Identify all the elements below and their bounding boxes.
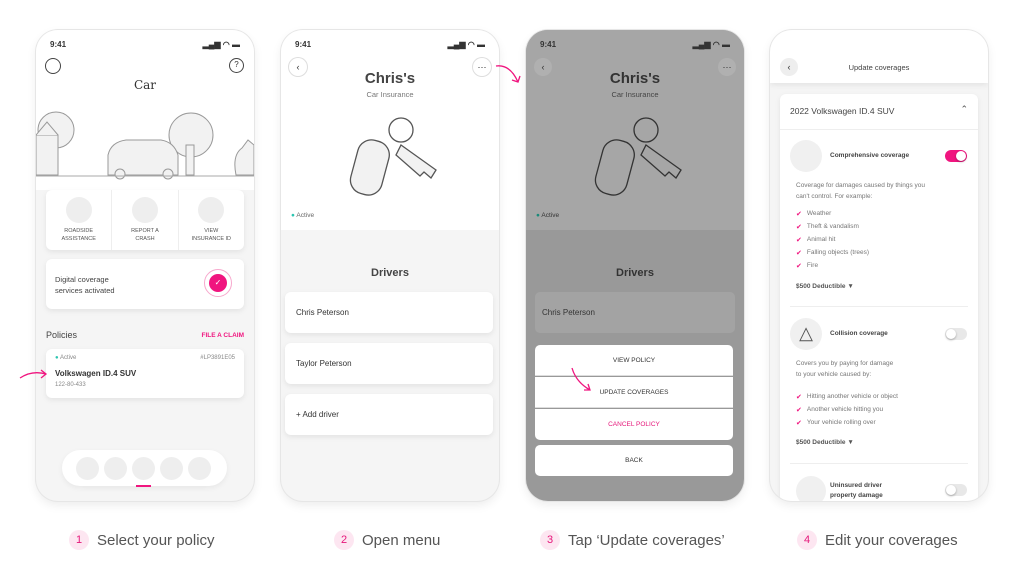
signal-wifi-battery-icon: ▂▄▆ ◠ ▬ bbox=[447, 40, 485, 49]
check-icon: ✔ bbox=[796, 393, 802, 401]
paw-icon[interactable] bbox=[160, 456, 183, 480]
driver-item[interactable]: Chris Peterson bbox=[285, 292, 493, 333]
check-icon: ✔ bbox=[796, 236, 802, 244]
check-icon: ✔ bbox=[796, 210, 802, 218]
header: ‹ Update coverages bbox=[770, 30, 988, 83]
driver-item[interactable]: Taylor Peterson bbox=[285, 343, 493, 384]
collision-toggle[interactable] bbox=[945, 328, 967, 340]
deductible-dropdown[interactable]: $500 Deductible ▼ bbox=[796, 439, 854, 446]
driver-item: Chris Peterson bbox=[535, 292, 735, 333]
quick-actions: ROADSIDE ASSISTANCE REPORT A CRASH VIEW INS… bbox=[46, 190, 244, 250]
pointer-arrow-icon bbox=[495, 65, 521, 83]
list-item: ✔ Your vehicle rolling over bbox=[796, 419, 876, 427]
phone-screen-update-coverages: ‹ Update coverages 2022 Volkswagen ID.4 … bbox=[770, 30, 988, 501]
check-icon: ✔ bbox=[796, 262, 802, 270]
drivers-heading: Drivers bbox=[371, 267, 409, 279]
id-card-icon bbox=[198, 197, 225, 223]
photo-icon[interactable] bbox=[188, 456, 211, 480]
activated-check-icon: ✓ bbox=[204, 269, 232, 297]
warning-triangle-icon: △ bbox=[790, 318, 822, 350]
uninsured-damage-icon bbox=[796, 476, 826, 501]
car-scene-illustration bbox=[36, 111, 254, 180]
signal-wifi-battery-icon: ▂▄▆ ◠ ▬ bbox=[692, 40, 730, 49]
list-item: ✔ Weather bbox=[796, 210, 832, 218]
report-crash-button[interactable]: REPORT A CRASH bbox=[112, 190, 179, 250]
cancel-policy-button[interactable]: CANCEL POLICY bbox=[535, 409, 733, 440]
chevron-up-icon: ⌃ bbox=[960, 104, 968, 114]
phone-screen-policy-list: 9:41 ▂▄▆ ◠ ▬ ? Car ROADSIDE ASSISTANCE REP… bbox=[36, 30, 254, 501]
policy-card[interactable]: ● Active #LP3891E05 Volkswagen ID.4 SUV … bbox=[46, 349, 244, 398]
back-sheet-button[interactable]: BACK bbox=[535, 445, 733, 476]
step-caption: 1 Select your policy bbox=[69, 530, 215, 550]
signal-wifi-battery-icon: ▂▄▆ ◠ ▬ bbox=[202, 40, 240, 49]
phone-screen-policy-detail: 9:41 ▂▄▆ ◠ ▬ ‹ ⋯ Chris's Car Insurance ● … bbox=[281, 30, 499, 501]
check-icon: ✔ bbox=[796, 419, 802, 427]
home-icon[interactable] bbox=[104, 456, 127, 480]
add-driver-button[interactable]: + Add driver bbox=[285, 394, 493, 435]
car-key-illustration bbox=[349, 117, 437, 196]
policies-heading: Policies bbox=[46, 330, 78, 340]
comprehensive-list: ✔ Weather ✔ Theft & vandalism ✔ Animal hit … bbox=[796, 207, 869, 272]
crash-icon bbox=[131, 197, 158, 223]
check-icon: ✔ bbox=[796, 249, 802, 257]
policy-owner-title: Chris's bbox=[364, 70, 416, 87]
car-icon[interactable] bbox=[132, 456, 155, 487]
caret-down-icon: ▼ bbox=[847, 439, 854, 446]
list-item: ✔ Fire bbox=[796, 262, 819, 270]
car-key-illustration bbox=[594, 117, 682, 196]
roadside-assistance-button[interactable]: ROADSIDE ASSISTANCE bbox=[46, 190, 113, 250]
phone-screen-action-menu: 9:41 ▂▄▆ ◠ ▬ ‹ ⋯ Chris's Car Insurance ● … bbox=[526, 30, 744, 501]
step-caption: 4 Edit your coverages bbox=[797, 530, 958, 550]
list-item: ✔ Falling objects (trees) bbox=[796, 249, 870, 257]
caret-down-icon: ▼ bbox=[847, 283, 854, 290]
step-caption: 3 Tap ‘Update coverages’ bbox=[540, 530, 725, 550]
status-bar: 9:41 ▂▄▆ ◠ ▬ bbox=[50, 40, 240, 49]
file-claim-link[interactable]: FILE A CLAIM bbox=[202, 332, 245, 339]
list-item: ✔ Another vehicle hitting you bbox=[796, 406, 884, 414]
vehicle-coverage-card: 2022 Volkswagen ID.4 SUV ⌃ Comprehensive… bbox=[780, 94, 978, 501]
bottom-nav bbox=[62, 450, 227, 487]
list-item: ✔ Hitting another vehicle or object bbox=[796, 393, 898, 401]
building-icon[interactable] bbox=[76, 456, 99, 480]
pointer-arrow-icon bbox=[19, 369, 48, 379]
page-title: Car bbox=[133, 78, 157, 92]
update-coverages-button[interactable]: UPDATE COVERAGES bbox=[535, 377, 733, 408]
collision-list: ✔ Hitting another vehicle or object ✔ Anot… bbox=[796, 390, 898, 429]
digital-coverage-card: Digital coverage services activated ✓ bbox=[46, 259, 244, 309]
pointer-arrow-icon bbox=[571, 367, 591, 391]
deductible-dropdown[interactable]: $500 Deductible ▼ bbox=[796, 283, 854, 290]
check-icon: ✔ bbox=[796, 406, 802, 414]
page-title: Update coverages bbox=[848, 63, 910, 72]
weather-icon bbox=[790, 140, 822, 172]
list-item: ✔ Animal hit bbox=[796, 236, 836, 244]
step-caption: 2 Open menu bbox=[334, 530, 440, 550]
comprehensive-toggle[interactable] bbox=[945, 150, 967, 162]
view-policy-button[interactable]: VIEW POLICY bbox=[535, 345, 733, 376]
help-icon[interactable]: ? bbox=[229, 58, 244, 73]
view-insurance-id-button[interactable]: VIEW INSURANCE ID bbox=[179, 190, 244, 250]
check-icon: ✔ bbox=[796, 223, 802, 231]
list-item: ✔ Theft & vandalism bbox=[796, 223, 859, 231]
roadside-icon bbox=[65, 197, 92, 223]
vehicle-accordion-header[interactable]: 2022 Volkswagen ID.4 SUV ⌃ bbox=[780, 94, 978, 130]
uninsured-toggle[interactable] bbox=[945, 484, 967, 496]
profile-icon[interactable] bbox=[45, 58, 61, 74]
